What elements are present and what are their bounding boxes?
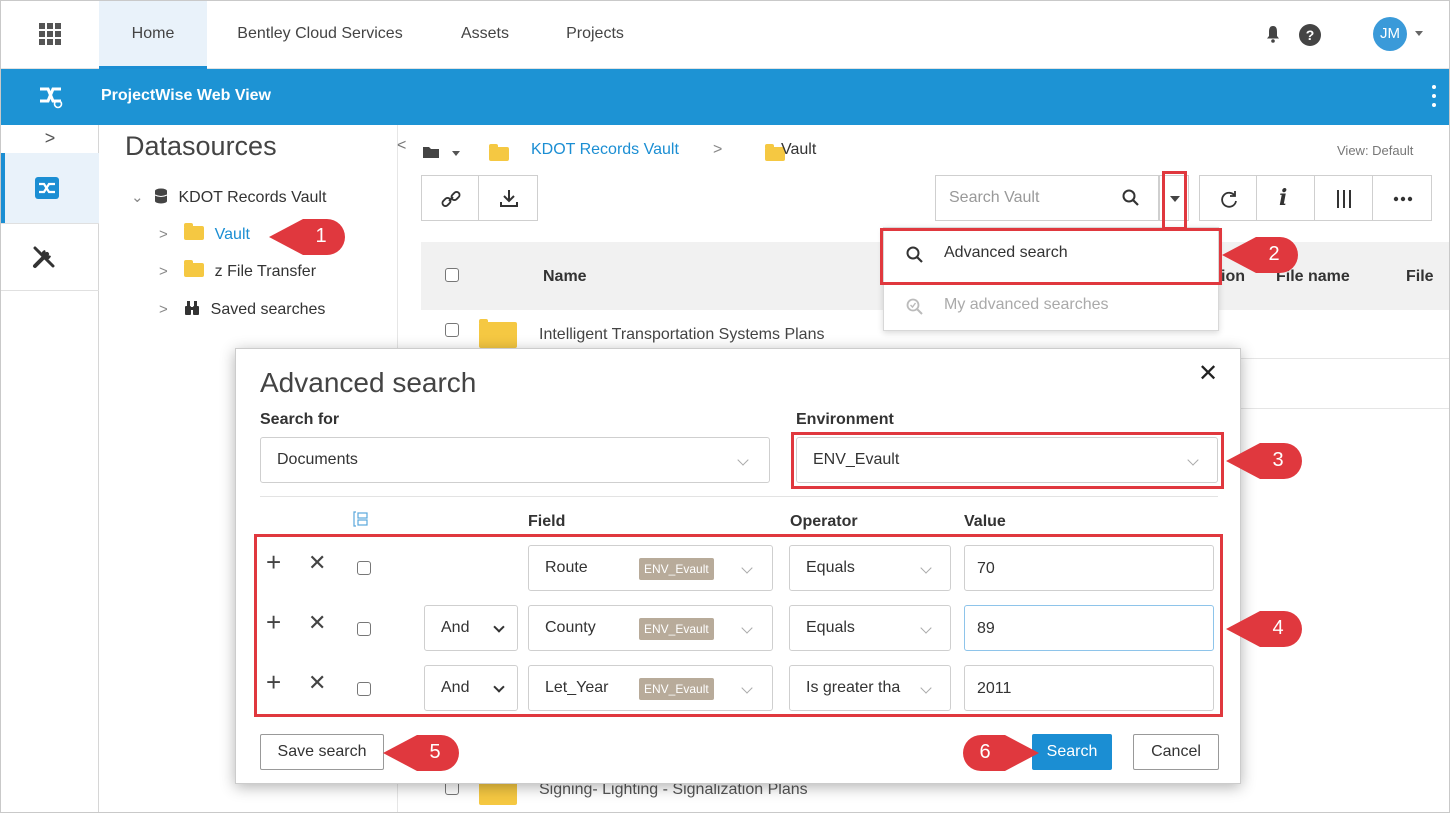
tab-projects[interactable]: Projects — [543, 1, 647, 69]
expand-rail-icon[interactable]: > — [1, 125, 99, 151]
tab-bentley-cloud-services[interactable]: Bentley Cloud Services — [213, 1, 427, 69]
folder-icon — [479, 319, 517, 348]
environment-label: Environment — [796, 411, 894, 428]
notifications-bell-icon[interactable] — [1266, 25, 1280, 43]
copy-link-button[interactable] — [421, 175, 479, 221]
highlight-environment — [791, 432, 1224, 489]
dialog-title: Advanced search — [260, 367, 477, 398]
projectwise-logo-icon — [40, 87, 63, 109]
search-button[interactable]: Search — [1032, 734, 1112, 770]
cancel-button[interactable]: Cancel — [1133, 734, 1219, 770]
vault-root-icon — [489, 144, 509, 161]
tools-icon — [33, 246, 55, 268]
chevron-right-icon[interactable]: > — [159, 301, 168, 318]
refresh-button[interactable] — [1199, 175, 1257, 221]
app-launcher-icon[interactable] — [39, 23, 61, 45]
user-avatar[interactable]: JM — [1373, 17, 1407, 51]
callout-2-label: 2 — [1268, 243, 1280, 265]
close-icon[interactable]: ✕ — [1198, 359, 1218, 388]
search-for-select[interactable]: Documents — [260, 437, 770, 483]
callout-4-label: 4 — [1272, 617, 1284, 639]
database-icon — [154, 188, 168, 204]
column-header-name[interactable]: Name — [543, 268, 587, 286]
search-for-label: Search for — [260, 411, 340, 428]
chevron-down-icon — [737, 454, 749, 466]
app-bar: ProjectWise Web View — [1, 69, 1449, 125]
app-window: Home Bentley Cloud Services Assets Proje… — [0, 0, 1450, 813]
folder-icon — [184, 260, 205, 277]
breadcrumb-current: Vault — [781, 141, 817, 158]
row-name[interactable]: Intelligent Transportation Systems Plans — [539, 326, 824, 344]
section-divider — [260, 496, 1218, 497]
datasources-title: Datasources — [125, 131, 277, 161]
highlight-search-dropdown — [1162, 171, 1187, 230]
highlight-advanced-search — [880, 228, 1222, 285]
app-title: ProjectWise Web View — [101, 87, 271, 104]
columns-button[interactable] — [1314, 175, 1373, 221]
value-column-header: Value — [964, 513, 1006, 530]
chevron-right-icon[interactable]: > — [159, 226, 168, 243]
binoculars-icon — [185, 301, 200, 315]
column-header-file[interactable]: File — [1406, 268, 1434, 286]
refresh-icon — [1221, 191, 1237, 208]
breadcrumb-separator: > — [713, 141, 723, 158]
tree-item-label: Vault — [214, 226, 250, 243]
help-icon[interactable]: ? — [1299, 24, 1321, 46]
tree-item-label: Saved searches — [210, 301, 326, 318]
tree-item-label: z File Transfer — [214, 263, 317, 280]
field-column-header: Field — [528, 513, 566, 530]
tab-assets[interactable]: Assets — [433, 1, 537, 69]
menu-item-label: My advanced searches — [944, 296, 1109, 313]
callout-5-label: 5 — [429, 741, 441, 763]
search-icon[interactable] — [1122, 189, 1140, 207]
search-for-value: Documents — [277, 451, 358, 468]
tree-item-label: KDOT Records Vault — [178, 189, 327, 206]
tree-item-z-file-transfer[interactable]: > z File Transfer — [159, 260, 316, 284]
top-nav: Home Bentley Cloud Services Assets Proje… — [1, 1, 1449, 69]
chevron-down-icon[interactable]: ⌄ — [131, 189, 144, 206]
save-search-button[interactable]: Save search — [260, 734, 384, 770]
group-criteria-icon[interactable] — [352, 511, 368, 527]
callout-1-label: 1 — [315, 225, 327, 247]
callout-3-label: 3 — [1272, 449, 1284, 471]
breadcrumb-root[interactable]: KDOT Records Vault — [531, 141, 679, 159]
tree-item-vault[interactable]: > Vault — [159, 223, 250, 247]
tab-home[interactable]: Home — [99, 1, 207, 69]
folder-menu-icon[interactable] — [423, 145, 441, 159]
view-label[interactable]: View: Default — [1337, 143, 1413, 158]
rail-item-tools[interactable] — [1, 223, 99, 291]
columns-icon — [1337, 190, 1351, 208]
caret-down-icon[interactable] — [452, 151, 460, 156]
info-button[interactable]: i — [1256, 175, 1315, 221]
info-icon: i — [1279, 185, 1288, 211]
highlight-criteria — [254, 534, 1223, 717]
more-vertical-icon[interactable] — [1432, 85, 1436, 107]
rail-item-documents[interactable] — [1, 153, 99, 223]
download-icon — [500, 190, 518, 207]
folder-icon — [184, 223, 205, 240]
download-button[interactable] — [478, 175, 538, 221]
collapse-panel-icon[interactable]: < — [397, 137, 406, 155]
link-icon — [441, 191, 461, 207]
callout-6-label: 6 — [979, 741, 991, 763]
tree-item-saved-searches[interactable]: > Saved searches — [159, 298, 325, 322]
tree-item-root[interactable]: ⌄ KDOT Records Vault — [131, 186, 326, 210]
operator-column-header: Operator — [790, 513, 858, 530]
select-all-checkbox[interactable] — [445, 268, 459, 282]
menu-item-my-advanced-searches[interactable]: My advanced searches — [884, 284, 1220, 330]
row-checkbox[interactable] — [445, 323, 459, 337]
more-actions-button[interactable] — [1372, 175, 1432, 221]
more-horizontal-icon — [1393, 196, 1413, 202]
search-vault-input[interactable]: Search Vault — [935, 175, 1159, 221]
chevron-right-icon[interactable]: > — [159, 263, 168, 280]
search-placeholder: Search Vault — [949, 189, 1040, 206]
projectwise-rail-icon — [35, 177, 59, 199]
saved-search-icon — [906, 298, 923, 315]
chevron-down-icon[interactable] — [1415, 31, 1423, 36]
